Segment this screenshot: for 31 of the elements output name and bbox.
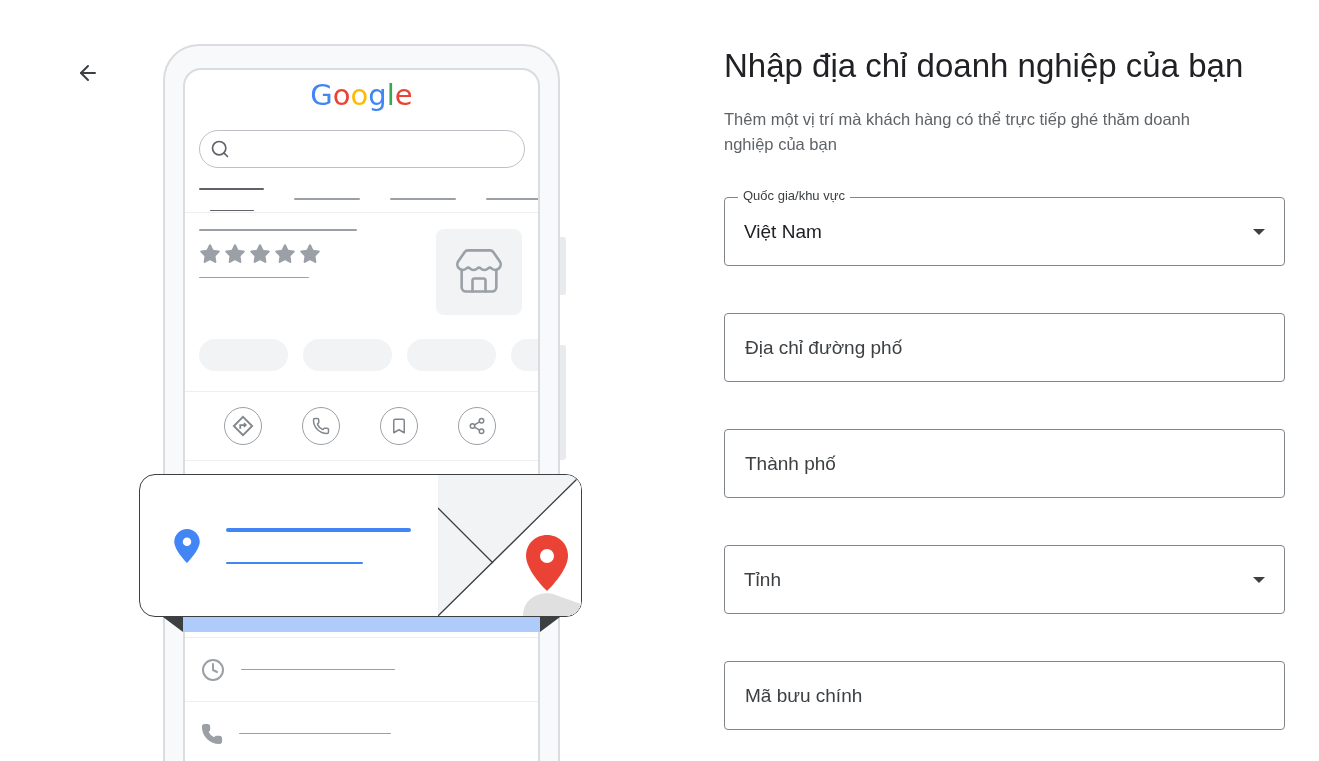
- star-icon: [299, 242, 321, 265]
- input-field[interactable]: Mã bưu chính: [724, 661, 1285, 730]
- star-icon: [199, 242, 221, 265]
- star-icon: [224, 242, 246, 265]
- placeholder-line: [210, 209, 254, 211]
- directions-icon: [232, 415, 254, 437]
- bookmark-icon: [390, 417, 408, 435]
- placeholder-line: [294, 198, 360, 200]
- field-label: Quốc gia/khu vực: [738, 188, 850, 204]
- phone-icon: [312, 417, 330, 435]
- caret-icon: [1253, 228, 1265, 235]
- google-logo: Google: [310, 77, 413, 114]
- placeholder-line: [486, 198, 538, 200]
- placeholder-line: [199, 188, 264, 190]
- field-value: Việt Nam: [744, 220, 823, 243]
- select-field[interactable]: Quốc gia/khu vực Việt Nam: [724, 188, 1285, 266]
- clock-icon: [201, 657, 225, 682]
- field-placeholder: Tỉnh: [744, 568, 782, 591]
- location-pin-icon: [174, 528, 200, 563]
- page-subtitle: Thêm một vị trí mà khách hàng có thể trực tiếp ghé thăm doanh nghiệp của bạn: [724, 109, 1191, 155]
- page-title: Nhập địa chỉ doanh nghiệp của bạn: [724, 46, 1245, 86]
- star-icon: [249, 242, 271, 265]
- star-icon: [274, 242, 296, 265]
- placeholder-line: [390, 198, 456, 200]
- input-field[interactable]: Địa chỉ đường phố: [724, 313, 1285, 382]
- search-icon: [210, 139, 230, 159]
- select-field[interactable]: Tỉnh: [724, 536, 1285, 614]
- caret-icon: [1253, 576, 1265, 583]
- share-icon: [468, 417, 486, 435]
- input-field[interactable]: Thành phố: [724, 429, 1285, 498]
- phone-icon: [201, 722, 223, 745]
